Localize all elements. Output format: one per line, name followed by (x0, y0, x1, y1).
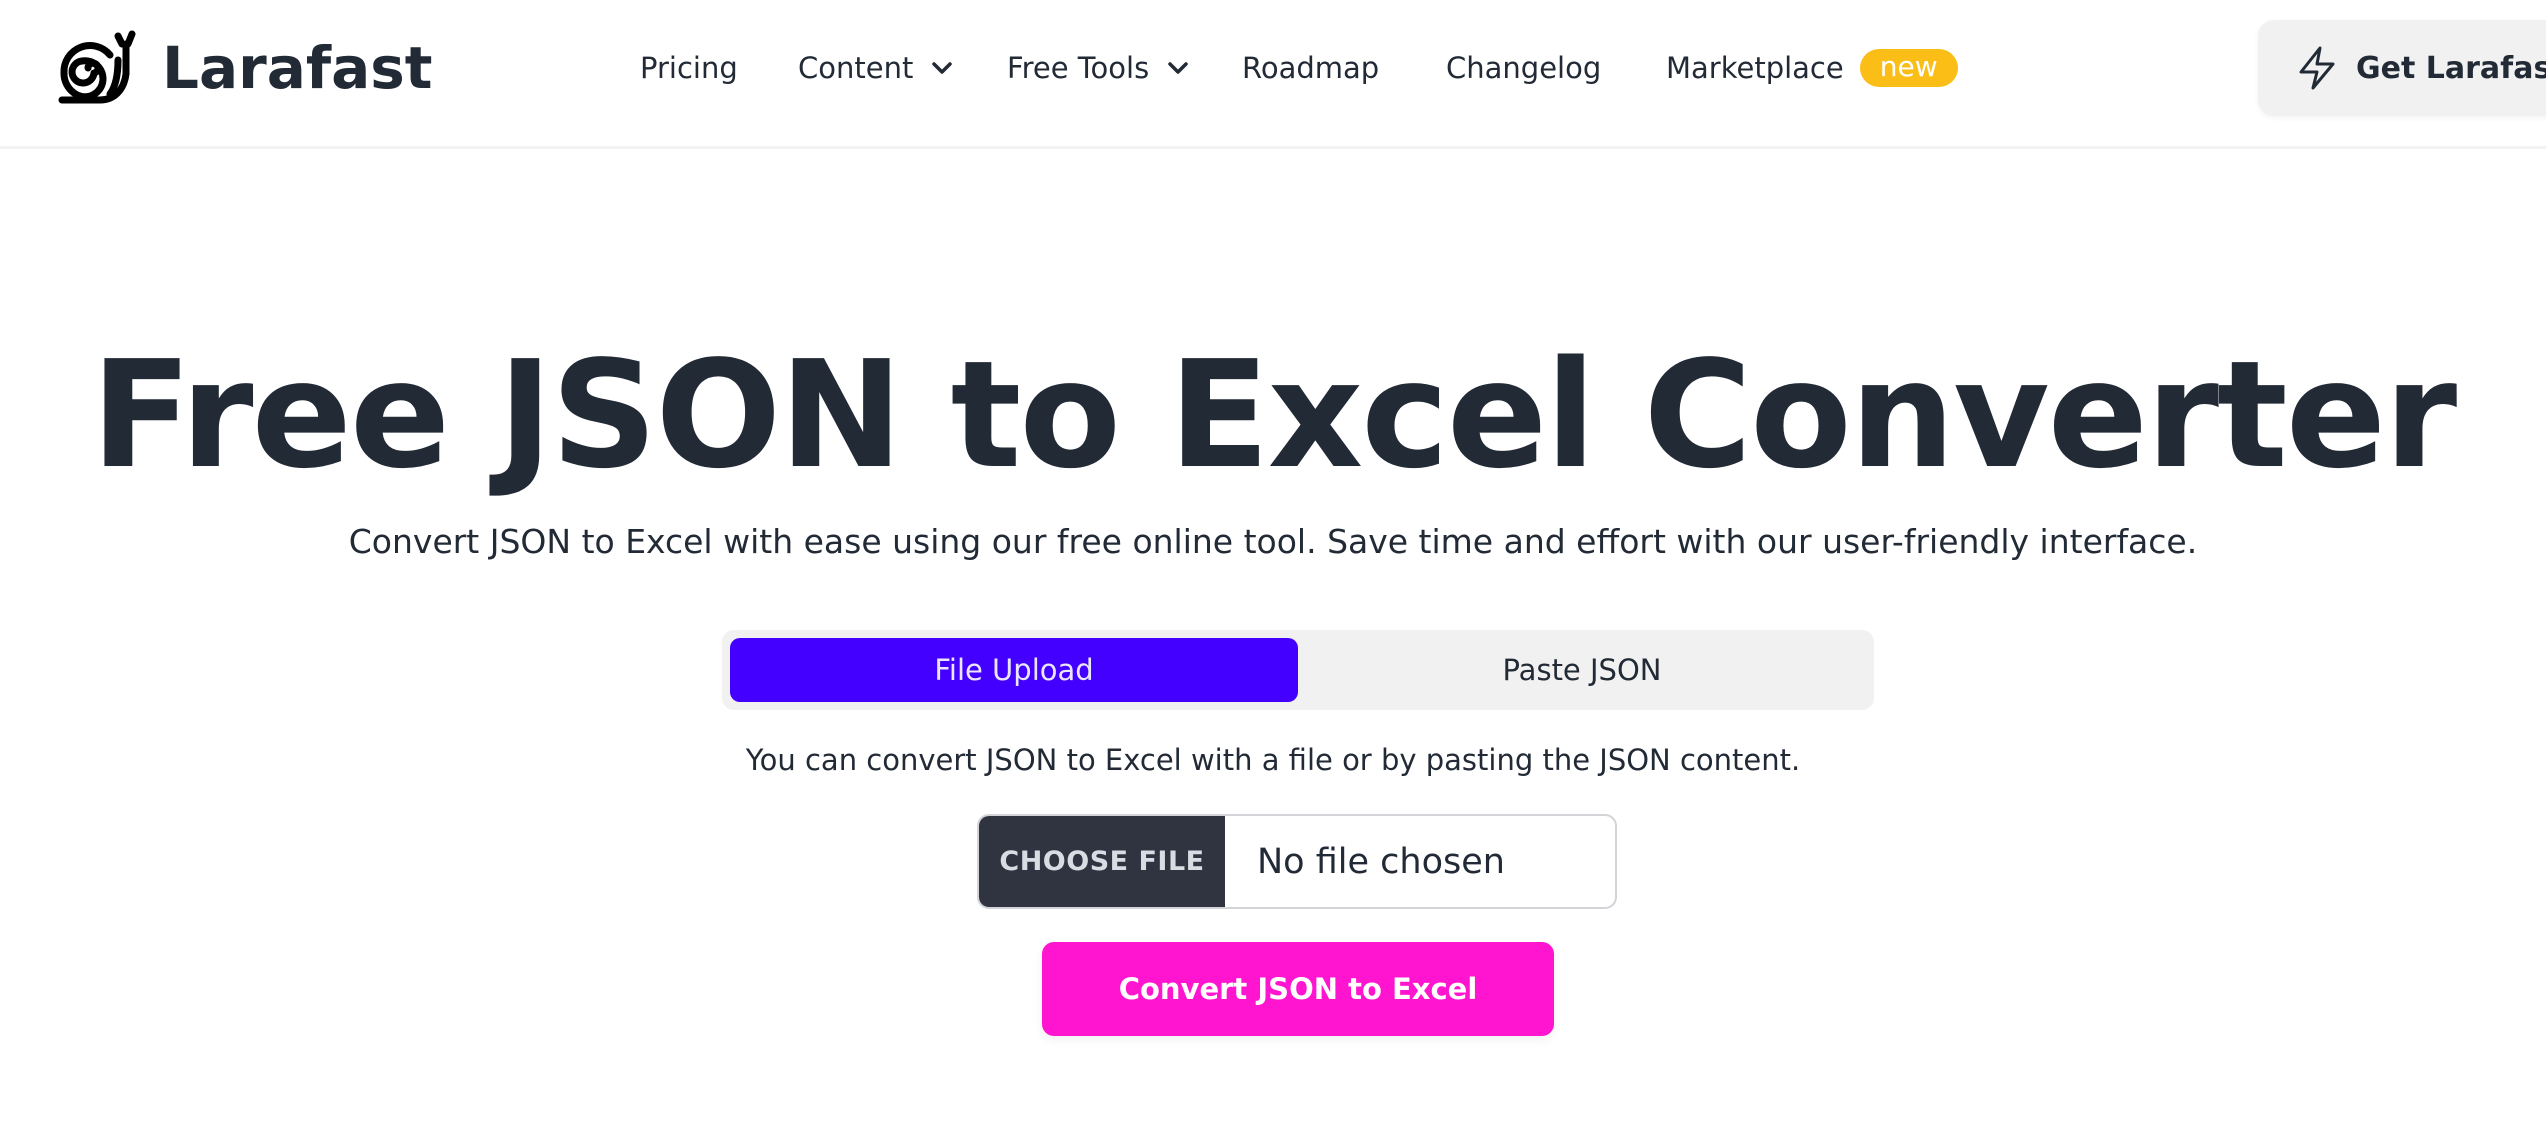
nav-marketplace-label: Marketplace (1666, 51, 1844, 85)
get-larafast-button[interactable]: Get Larafast (2258, 20, 2546, 116)
file-input[interactable]: CHOOSE FILE No file chosen (977, 814, 1617, 909)
nav-roadmap-label: Roadmap (1242, 51, 1380, 85)
chevron-down-icon (932, 62, 953, 74)
nav-marketplace[interactable]: Marketplace new (1666, 40, 1958, 96)
nav-free-tools[interactable]: Free Tools (1007, 40, 1189, 96)
choose-file-button[interactable]: CHOOSE FILE (979, 816, 1225, 907)
page-subtitle: Convert JSON to Excel with ease using ou… (348, 522, 2198, 561)
nav-pricing-label: Pricing (640, 51, 738, 85)
nav-free-tools-label: Free Tools (1007, 51, 1150, 85)
nav-changelog[interactable]: Changelog (1446, 40, 1601, 96)
site-header: Larafast Pricing Content Free Tools Road… (0, 0, 2546, 149)
nav-content-label: Content (798, 51, 914, 85)
new-badge: new (1859, 49, 1958, 87)
nav-pricing[interactable]: Pricing (640, 40, 738, 96)
input-mode-tabs: File Upload Paste JSON (722, 630, 1874, 710)
nav-content[interactable]: Content (798, 40, 953, 96)
file-status: No file chosen (1257, 841, 1505, 882)
convert-button[interactable]: Convert JSON to Excel (1042, 942, 1554, 1036)
page-title: Free JSON to Excel Converter (90, 329, 2457, 501)
nav-roadmap[interactable]: Roadmap (1242, 40, 1379, 96)
get-larafast-label: Get Larafast (2356, 50, 2546, 86)
tab-file-upload[interactable]: File Upload (730, 638, 1298, 702)
helper-text: You can convert JSON to Excel with a fil… (745, 743, 1801, 777)
tab-paste-json[interactable]: Paste JSON (1298, 638, 1866, 702)
nav-changelog-label: Changelog (1446, 51, 1602, 85)
chevron-down-icon (1168, 62, 1188, 74)
main-nav: Pricing Content Free Tools Roadmap Chang… (0, 40, 2546, 96)
lightning-icon (2299, 46, 2335, 90)
